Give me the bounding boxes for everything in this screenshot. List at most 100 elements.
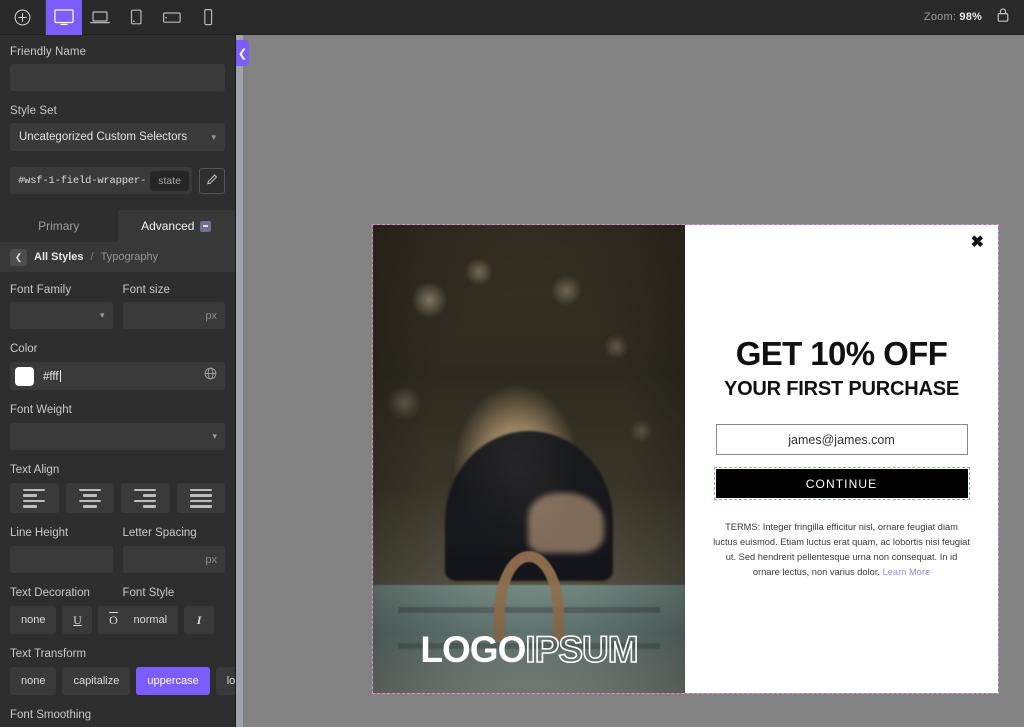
- line-height-input[interactable]: [10, 546, 113, 573]
- typography-panel: Font Family ▾ Font size px Color #fff Fo…: [0, 272, 235, 727]
- align-center-icon: [78, 488, 101, 508]
- text-align-center[interactable]: [65, 483, 114, 513]
- font-weight-select[interactable]: ▾: [10, 423, 225, 450]
- photo-vignette: [373, 225, 685, 693]
- friendly-name-input[interactable]: [10, 64, 225, 91]
- font-style-normal[interactable]: normal: [122, 606, 179, 634]
- tab-advanced-label: Advanced: [141, 219, 195, 233]
- letter-spacing-label: Letter Spacing: [122, 527, 197, 539]
- line-height-label: Line Height: [10, 527, 69, 539]
- device-tablet-portrait[interactable]: [118, 0, 154, 35]
- text-decoration-none[interactable]: none: [10, 606, 57, 634]
- tablet-landscape-icon: [161, 8, 183, 26]
- top-toolbar: Zoom: 98%: [0, 0, 1024, 35]
- sidebar-collapse-handle[interactable]: ❮: [236, 40, 249, 66]
- breadcrumb-back-button[interactable]: ❮: [10, 248, 27, 266]
- terms-body: TERMS: Integer fringilla efficitur nisl,…: [713, 522, 970, 578]
- popup-image: LOGO IPSUM: [373, 225, 685, 693]
- lock-button[interactable]: [996, 7, 1010, 28]
- selector-state-chip[interactable]: state: [150, 170, 189, 191]
- text-transform-lowercase[interactable]: lowercase: [215, 667, 235, 695]
- text-transform-capitalize[interactable]: capitalize: [62, 667, 131, 695]
- italic-icon: I: [196, 612, 202, 627]
- font-size-input[interactable]: px: [122, 302, 225, 329]
- zoom-indicator[interactable]: Zoom: 98%: [924, 11, 982, 23]
- text-decoration-label: Text Decoration: [10, 587, 90, 599]
- align-right-icon: [134, 488, 157, 508]
- tab-advanced-badge-icon: [200, 220, 212, 232]
- text-caret: [59, 369, 61, 382]
- add-button[interactable]: [0, 0, 46, 35]
- text-decoration-group: Text Decoration none U O S: [10, 587, 165, 634]
- text-align-right[interactable]: [121, 483, 170, 513]
- email-input[interactable]: james@james.com: [715, 424, 968, 455]
- color-swatch[interactable]: [15, 366, 34, 386]
- monitor-icon: [53, 8, 75, 26]
- text-transform-none[interactable]: none: [10, 667, 57, 695]
- underline-icon: U: [73, 612, 82, 627]
- letter-spacing-input[interactable]: px: [122, 546, 225, 573]
- toolbar-right: Zoom: 98%: [924, 7, 1024, 28]
- app-root: Zoom: 98% Friendly Name Style Set Uncate…: [0, 0, 1024, 727]
- tab-primary[interactable]: Primary: [0, 210, 118, 242]
- font-size-group: Font size px: [122, 284, 225, 329]
- chevron-left-icon: ❮: [14, 251, 23, 262]
- font-size-unit: px: [205, 309, 217, 322]
- font-style-group: Font Style normal I: [122, 587, 226, 634]
- breadcrumb-all-styles[interactable]: All Styles: [34, 251, 84, 263]
- canvas-scroll-gutter[interactable]: [236, 35, 243, 727]
- workspace: Friendly Name Style Set Uncategorized Cu…: [0, 35, 1024, 727]
- align-left-icon: [23, 488, 46, 508]
- friendly-name-label: Friendly Name: [10, 46, 87, 58]
- globe-icon[interactable]: [204, 367, 217, 385]
- font-family-label: Font Family: [10, 284, 72, 296]
- close-x-icon[interactable]: ✖: [971, 235, 984, 251]
- font-weight-label: Font Weight: [10, 404, 72, 416]
- pencil-icon: [206, 172, 219, 190]
- font-family-group: Font Family ▾: [10, 284, 113, 329]
- edit-selector-button[interactable]: [199, 167, 225, 194]
- popup-content: ✖ GET 10% OFF YOUR FIRST PURCHASE james@…: [685, 225, 998, 693]
- device-tablet-landscape[interactable]: [154, 0, 190, 35]
- logo-outline-text: IPSUM: [525, 628, 640, 671]
- continue-button[interactable]: CONTINUE: [713, 467, 970, 500]
- popup-logo: LOGO IPSUM: [373, 628, 685, 671]
- font-family-select[interactable]: ▾: [10, 302, 113, 329]
- popup-headline: GET 10% OFF: [735, 335, 948, 372]
- laptop-icon: [89, 8, 111, 26]
- selector-input[interactable]: #wsf-1-field-wrapper-6 l state: [10, 167, 192, 194]
- color-field[interactable]: #fff: [10, 362, 225, 390]
- style-set-value: Uncategorized Custom Selectors: [19, 131, 188, 143]
- device-mobile[interactable]: [190, 0, 226, 35]
- text-decoration-underline[interactable]: U: [62, 606, 93, 634]
- letter-spacing-unit: px: [205, 553, 217, 566]
- text-align-label: Text Align: [10, 464, 60, 476]
- text-transform-uppercase[interactable]: uppercase: [136, 667, 210, 695]
- text-align-left[interactable]: [10, 483, 59, 513]
- color-value[interactable]: #fff: [43, 369, 195, 383]
- tab-advanced[interactable]: Advanced: [117, 210, 235, 242]
- color-value-text: #fff: [43, 370, 59, 383]
- style-set-label: Style Set: [10, 105, 57, 117]
- breadcrumb-separator: /: [90, 251, 94, 263]
- line-height-group: Line Height: [10, 527, 113, 573]
- tab-primary-label: Primary: [38, 219, 80, 233]
- lock-icon: [996, 7, 1010, 28]
- learn-more-link[interactable]: Learn More: [883, 567, 931, 577]
- chevron-down-icon: ▾: [211, 131, 216, 142]
- overline-icon: O: [109, 612, 118, 627]
- font-size-label: Font size: [122, 284, 171, 296]
- font-style-italic[interactable]: I: [184, 606, 215, 634]
- phone-icon: [197, 8, 219, 26]
- style-set-select[interactable]: Uncategorized Custom Selectors ▾: [10, 123, 225, 151]
- device-switcher: [46, 0, 226, 35]
- breadcrumb-current: Typography: [100, 251, 159, 263]
- email-value: james@james.com: [788, 432, 895, 447]
- style-tabs: Primary Advanced: [0, 210, 235, 242]
- device-laptop[interactable]: [82, 0, 118, 35]
- text-align-justify[interactable]: [176, 483, 225, 513]
- popup-preview[interactable]: LOGO IPSUM ✖ GET 10% OFF YOUR FIRST PURCH…: [372, 224, 999, 694]
- chevron-down-icon: ▾: [99, 310, 105, 320]
- device-desktop[interactable]: [46, 0, 82, 35]
- popup-subheadline: YOUR FIRST PURCHASE: [723, 378, 960, 400]
